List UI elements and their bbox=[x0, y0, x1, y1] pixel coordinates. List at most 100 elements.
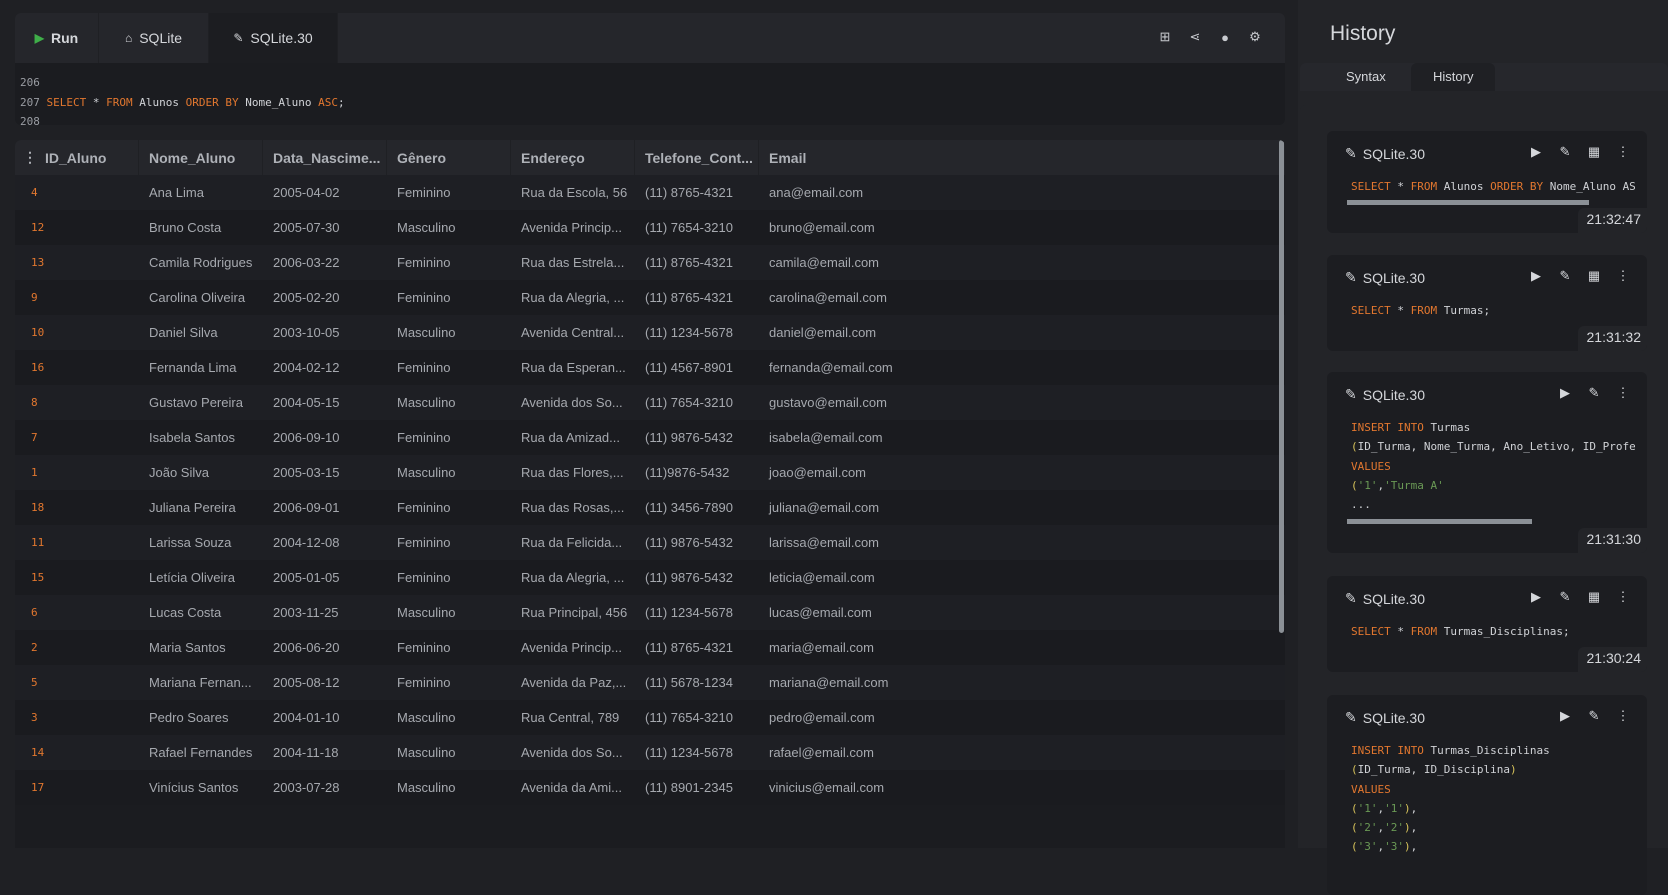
code-line: SELECT * FROM Alunos ORDER BY Nome_Aluno… bbox=[1351, 177, 1635, 196]
grid-icon[interactable]: ▦ bbox=[1586, 268, 1602, 284]
column-header[interactable]: Data_Nascime... bbox=[263, 140, 387, 175]
sql-string: '3' bbox=[1384, 840, 1404, 854]
history-entry[interactable]: ✎ SQLite.30 ▶ ✎ ⋮ INSERT INTO Turmas (ID_Turma… bbox=[1327, 372, 1647, 553]
table-row[interactable]: 6 Lucas Costa 2003-11-25 Masculino Rua Princ… bbox=[15, 595, 1285, 630]
table-cell: (11) 9876-5432 bbox=[645, 535, 733, 550]
table-cell: Carolina Oliveira bbox=[149, 290, 246, 305]
table-cell: Feminino bbox=[397, 430, 451, 445]
edit-icon[interactable]: ✎ bbox=[1557, 144, 1573, 160]
tab-sqlite-home[interactable]: ⌂ SQLite bbox=[99, 13, 209, 63]
tab-syntax[interactable]: Syntax bbox=[1324, 63, 1408, 91]
sql-keyword: ORDER BY bbox=[185, 95, 239, 109]
line-number: 207 bbox=[20, 95, 40, 109]
code-scroll-track[interactable] bbox=[1347, 518, 1632, 524]
table-cell: Feminino bbox=[397, 360, 451, 375]
table-row[interactable]: 13 Camila Rodrigues 2006-03-22 Feminino Rua … bbox=[15, 245, 1285, 280]
code-line: 207 SELECT * FROM Alunos ORDER BY Nome_A… bbox=[15, 93, 1285, 113]
table-row[interactable]: 3 Pedro Soares 2004-01-10 Masculino Rua Cent… bbox=[15, 700, 1285, 735]
run-icon[interactable]: ▶ bbox=[1528, 144, 1544, 160]
more-icon[interactable]: ⋮ bbox=[1615, 268, 1631, 284]
table-row[interactable]: 14 Rafael Fernandes 2004-11-18 Masculino Ave… bbox=[15, 735, 1285, 770]
table-scrollbar[interactable] bbox=[1279, 140, 1284, 633]
gear-icon[interactable]: ⚙ bbox=[1247, 28, 1263, 46]
column-header[interactable]: Endereço bbox=[511, 140, 635, 175]
code-scrollbar[interactable] bbox=[1347, 518, 1533, 524]
run-icon[interactable]: ▶ bbox=[1528, 268, 1544, 284]
user-icon[interactable]: ● bbox=[1217, 28, 1233, 46]
sql-token: Turmas bbox=[1423, 421, 1471, 434]
table-row[interactable]: 17 Vinícius Santos 2003-07-28 Masculino Aven… bbox=[15, 770, 1285, 805]
table-cell: 2006-03-22 bbox=[273, 255, 340, 270]
sql-token: ( bbox=[1351, 478, 1358, 492]
history-entry[interactable]: ✎ SQLite.30 ▶ ✎ ▦ ⋮ SELECT * FROM Turmas_Disci… bbox=[1327, 576, 1647, 672]
more-icon[interactable]: ⋮ bbox=[1615, 385, 1631, 401]
table-row[interactable]: 16 Fernanda Lima 2004-02-12 Feminino Rua da … bbox=[15, 350, 1285, 385]
sql-token: ) bbox=[1404, 840, 1411, 854]
history-panel: History Syntax History ✎ SQLite.30 ▶ ✎ ▦ ⋮ SEL… bbox=[1298, 0, 1668, 895]
history-entry[interactable]: ✎ SQLite.30 ▶ ✎ ⋮ INSERT INTO Turmas_Discipli… bbox=[1327, 695, 1647, 895]
grid-icon[interactable]: ▦ bbox=[1586, 589, 1602, 605]
column-header[interactable]: Gênero bbox=[387, 140, 511, 175]
table-row[interactable]: 4 Ana Lima 2005-04-02 Feminino Rua da Escola… bbox=[15, 175, 1285, 210]
sql-token: Turmas_Disciplinas; bbox=[1437, 625, 1570, 638]
table-cell: 15 bbox=[31, 571, 45, 584]
sql-editor[interactable]: 206 207 SELECT * FROM Alunos ORDER BY Nom… bbox=[15, 63, 1285, 128]
table-cell: (11) 8765-4321 bbox=[645, 185, 733, 200]
tab-sqlite-30[interactable]: ✎ SQLite.30 bbox=[209, 13, 338, 63]
run-icon[interactable]: ▶ bbox=[1557, 708, 1573, 724]
code-line: VALUES bbox=[1351, 780, 1635, 799]
table-row[interactable]: 12 Bruno Costa 2005-07-30 Masculino Avenida … bbox=[15, 210, 1285, 245]
table-cell: 13 bbox=[31, 256, 45, 269]
tab-history[interactable]: History bbox=[1411, 63, 1496, 91]
table-row[interactable]: 2 Maria Santos 2006-06-20 Feminino Avenida P… bbox=[15, 630, 1285, 665]
column-header[interactable]: ⋮ ID_Aluno bbox=[15, 140, 139, 175]
code-scroll-track[interactable] bbox=[1347, 200, 1632, 206]
run-button[interactable]: ▶ Run bbox=[15, 13, 99, 63]
table-row[interactable]: 18 Juliana Pereira 2006-09-01 Feminino Rua d… bbox=[15, 490, 1285, 525]
table-row[interactable]: 1 João Silva 2005-03-15 Masculino Rua das Fl… bbox=[15, 455, 1285, 490]
column-header[interactable]: Telefone_Cont... bbox=[635, 140, 759, 175]
table-cell: (11) 8765-4321 bbox=[645, 255, 733, 270]
edit-icon[interactable]: ✎ bbox=[1557, 589, 1573, 605]
sql-token: ; bbox=[337, 95, 345, 109]
sql-token: ID_Turma, ID_Disciplina bbox=[1357, 763, 1510, 777]
code-scrollbar[interactable] bbox=[1347, 200, 1590, 206]
run-icon[interactable]: ▶ bbox=[1528, 589, 1544, 605]
grid-icon[interactable]: ▦ bbox=[1586, 144, 1602, 160]
table-cell: maria@email.com bbox=[769, 640, 874, 655]
column-header[interactable]: Nome_Aluno bbox=[139, 140, 263, 175]
column-menu-icon[interactable]: ⋮ bbox=[23, 149, 37, 166]
table-row[interactable]: 5 Mariana Fernan... 2005-08-12 Feminino Aven… bbox=[15, 665, 1285, 700]
more-icon[interactable]: ⋮ bbox=[1615, 708, 1631, 724]
table-row[interactable]: 15 Letícia Oliveira 2005-01-05 Feminino Rua … bbox=[15, 560, 1285, 595]
table-row[interactable]: 8 Gustavo Pereira 2004-05-15 Masculino Aveni… bbox=[15, 385, 1285, 420]
history-entry[interactable]: ✎ SQLite.30 ▶ ✎ ▦ ⋮ SELECT * FROM Turmas; 21:31… bbox=[1327, 255, 1647, 351]
history-entry[interactable]: ✎ SQLite.30 ▶ ✎ ▦ ⋮ SELECT * FROM Alunos ORDER… bbox=[1327, 131, 1647, 233]
edit-icon[interactable]: ✎ bbox=[1586, 385, 1602, 401]
sql-token: ) bbox=[1509, 763, 1517, 777]
table-cell: 2004-01-10 bbox=[273, 710, 340, 725]
edit-icon[interactable]: ✎ bbox=[1586, 708, 1602, 724]
run-icon[interactable]: ▶ bbox=[1557, 385, 1573, 401]
sql-string: '1' bbox=[1384, 801, 1404, 815]
table-row[interactable]: 11 Larissa Souza 2004-12-08 Feminino Rua da … bbox=[15, 525, 1285, 560]
table-row[interactable]: 10 Daniel Silva 2003-10-05 Masculino Avenida… bbox=[15, 315, 1285, 350]
code-line: ('2','2'), bbox=[1351, 818, 1635, 837]
table-row[interactable]: 9 Carolina Oliveira 2005-02-20 Feminino Rua … bbox=[15, 280, 1285, 315]
table-cell: Masculino bbox=[397, 605, 456, 620]
sql-keyword: VALUES bbox=[1351, 782, 1391, 796]
sql-token: ... bbox=[1351, 498, 1371, 512]
more-icon[interactable]: ⋮ bbox=[1615, 589, 1631, 605]
more-icon[interactable]: ⋮ bbox=[1615, 144, 1631, 160]
table-row[interactable]: 7 Isabela Santos 2006-09-10 Feminino Rua da … bbox=[15, 420, 1285, 455]
table-cell: Rua Principal, 456 bbox=[521, 605, 628, 620]
sql-token: * bbox=[86, 95, 107, 109]
table-cell: 14 bbox=[31, 746, 45, 759]
share-icon[interactable]: ⋖ bbox=[1187, 28, 1203, 46]
edit-icon[interactable]: ✎ bbox=[1557, 268, 1573, 284]
table-cell: Masculino bbox=[397, 780, 456, 795]
column-header[interactable]: Email bbox=[759, 140, 1285, 175]
table-cell: Gustavo Pereira bbox=[149, 395, 243, 410]
add-icon[interactable]: ⊞ bbox=[1157, 28, 1173, 46]
table-cell: João Silva bbox=[149, 465, 209, 480]
